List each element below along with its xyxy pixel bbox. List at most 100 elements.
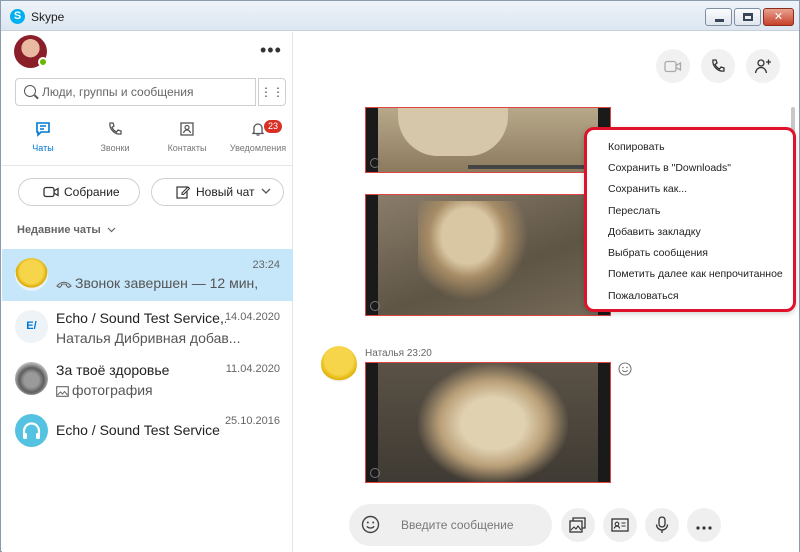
more-options-button[interactable]: ••• — [260, 40, 282, 61]
media-icon — [370, 468, 380, 478]
chat-list-item[interactable]: За твоё здоровье 11.04.2020 фотография — [2, 353, 293, 405]
new-chat-button[interactable]: Новый чат — [151, 178, 284, 206]
menu-item-report[interactable]: Пожаловаться — [608, 290, 679, 302]
contacts-icon — [151, 121, 223, 143]
headphones-icon — [22, 422, 41, 439]
chat-name: Echo / Sound Test Service — [56, 422, 220, 438]
menu-item-add-bookmark[interactable]: Добавить закладку — [608, 226, 701, 238]
menu-item-forward[interactable]: Переслать — [608, 205, 660, 217]
tab-contacts[interactable]: Контакты — [151, 117, 223, 165]
chat-preview-text: фотография — [72, 382, 153, 398]
minimize-button[interactable] — [705, 8, 732, 26]
chat-date: 23:24 — [252, 259, 280, 271]
skype-logo-icon: S — [10, 9, 25, 24]
phone-icon — [79, 121, 151, 143]
message-input[interactable] — [401, 516, 541, 534]
lion-video-thumbnail[interactable] — [365, 107, 611, 173]
more-icon — [696, 526, 712, 530]
voice-message-button[interactable] — [645, 508, 679, 542]
smiley-icon — [361, 515, 380, 534]
close-icon: ✕ — [773, 11, 784, 23]
chat-preview: фотография — [56, 382, 281, 398]
video-camera-icon — [43, 179, 59, 207]
chat-date: 25.10.2016 — [224, 415, 280, 427]
window-title: Skype — [31, 10, 65, 24]
gallery-icon — [569, 517, 586, 533]
duckling-avatar — [15, 258, 48, 291]
sender-avatar — [321, 346, 357, 382]
chat-name: Echo / Sound Test Service,... — [56, 310, 226, 326]
more-actions-button[interactable] — [687, 508, 721, 542]
call-ended-icon — [56, 281, 72, 288]
video-call-button[interactable] — [656, 49, 690, 83]
audio-call-button[interactable] — [701, 49, 735, 83]
chat-name: За твоё здоровье — [56, 362, 170, 378]
smiley-icon — [618, 362, 632, 376]
media-gallery-button[interactable] — [561, 508, 595, 542]
lion-closeup-photo[interactable] — [365, 362, 611, 483]
tab-calls-label: Звонки — [100, 143, 130, 153]
emoji-button[interactable] — [361, 515, 380, 539]
add-reaction-button[interactable] — [618, 362, 632, 379]
chat-icon — [7, 121, 79, 143]
koala-avatar — [15, 362, 48, 395]
maximize-icon — [743, 13, 753, 21]
tab-notifications-label: Уведомления — [229, 143, 287, 153]
image-icon — [56, 385, 69, 397]
message-time: 23:20 — [406, 348, 432, 359]
bell-icon — [222, 121, 294, 143]
menu-item-copy[interactable]: Копировать — [608, 141, 665, 153]
tab-chats[interactable]: Чаты — [7, 117, 79, 165]
close-button[interactable]: ✕ — [763, 8, 794, 26]
menu-item-save-as[interactable]: Сохранить как... — [608, 183, 687, 195]
chevron-down-icon — [107, 227, 116, 233]
nav-tabs: Чаты Звонки Контакты 23 Уведомления — [2, 117, 293, 165]
chat-preview: Наталья Дибривная добав... — [56, 330, 241, 346]
tab-calls[interactable]: Звонки — [79, 117, 151, 165]
send-contact-button[interactable] — [603, 508, 637, 542]
search-input[interactable] — [42, 83, 252, 101]
message-composer[interactable] — [349, 504, 552, 546]
headphones-avatar — [15, 414, 48, 447]
contact-card-icon — [611, 518, 629, 532]
dialpad-icon: ⋮⋮ — [260, 85, 284, 99]
phone-icon — [712, 59, 725, 72]
meeting-label: Собрание — [64, 185, 120, 199]
add-people-button[interactable] — [746, 49, 780, 83]
search-box[interactable] — [15, 78, 256, 106]
chevron-down-icon[interactable] — [261, 179, 271, 205]
add-person-icon — [754, 59, 771, 74]
chat-preview-text: Звонок завершен — 12 мин, — [75, 275, 259, 291]
minimize-icon — [715, 19, 724, 22]
play-icon — [370, 158, 380, 168]
skype-window: S Skype ✕ ••• ⋮⋮ Чаты Звонки — [0, 0, 800, 552]
tab-chats-label: Чаты — [32, 143, 54, 153]
tab-contacts-label: Контакты — [167, 143, 207, 153]
video-controls-bar — [468, 165, 588, 169]
dialpad-button[interactable]: ⋮⋮ — [258, 78, 286, 106]
microphone-icon — [655, 516, 669, 533]
recent-chats-label: Недавние чаты — [17, 224, 101, 236]
chat-date: 11.04.2020 — [225, 363, 280, 375]
chat-preview: Звонок завершен — 12 мин, — [56, 275, 281, 291]
lion-photo[interactable] — [365, 194, 611, 316]
menu-item-select-messages[interactable]: Выбрать сообщения — [608, 247, 708, 259]
media-icon — [370, 301, 380, 311]
search-icon — [24, 85, 36, 97]
meeting-button[interactable]: Собрание — [18, 178, 140, 206]
chat-list-item[interactable]: E/ Echo / Sound Test Service,... 14.04.2… — [2, 301, 293, 353]
chat-list-item[interactable]: 23:24 Звонок завершен — 12 мин, — [2, 249, 293, 301]
new-chat-label: Новый чат — [196, 185, 255, 199]
maximize-button[interactable] — [734, 8, 761, 26]
notifications-badge: 23 — [264, 120, 282, 133]
menu-item-save-to-downloads[interactable]: Сохранить в "Downloads" — [608, 162, 731, 174]
chat-date: 14.04.2020 — [224, 311, 280, 323]
menu-item-mark-unread[interactable]: Пометить далее как непрочитанное — [608, 268, 783, 280]
recent-chats-header[interactable]: Недавние чаты — [17, 224, 116, 236]
echo-avatar: E/ — [15, 310, 48, 343]
echo-avatar-text: E/ — [26, 320, 37, 332]
chat-list-item[interactable]: Echo / Sound Test Service 25.10.2016 — [2, 405, 293, 457]
presence-online-icon — [38, 57, 48, 67]
tab-notifications[interactable]: 23 Уведомления — [222, 117, 294, 165]
sender-name: Наталья — [365, 348, 405, 359]
